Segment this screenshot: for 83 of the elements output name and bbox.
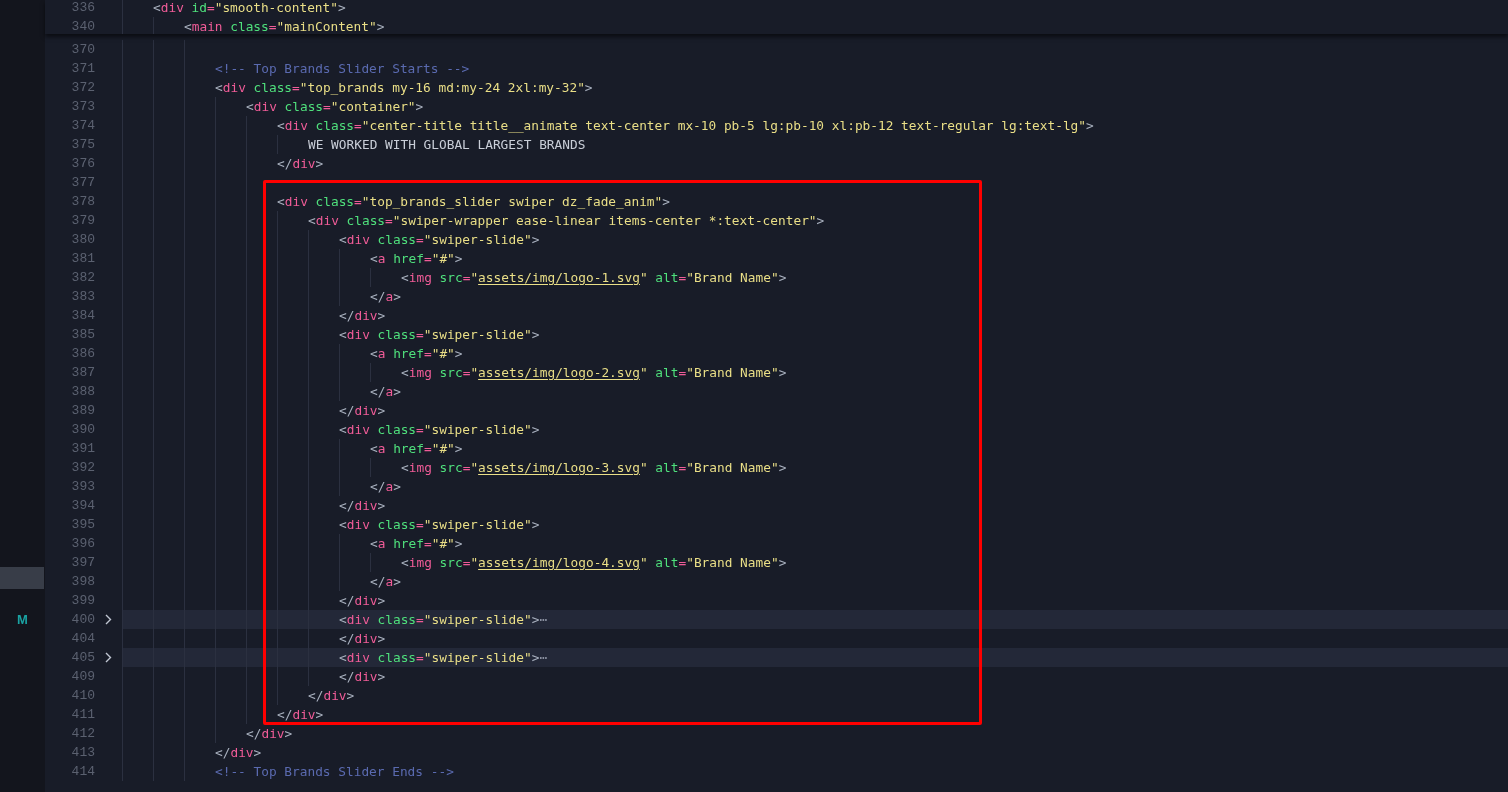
code-line: <div class="center-title title__animate text-center mx-10 pb-5 lg:pb-10 xl:pb-12 text-regular lg:text-lg"> [277,117,1094,135]
code-line: </div> [277,706,324,724]
line-number: 336 [71,0,95,17]
line-number: 392 [71,459,95,477]
code-line: <div class="swiper-slide"> [339,516,540,534]
line-number: 385 [71,326,95,344]
code-line: <div class="swiper-slide">⋯ [339,649,548,667]
line-number: 373 [71,98,95,116]
code-line: </div> [339,668,386,686]
line-number: 387 [71,364,95,382]
code-line: <div class="swiper-slide"> [339,231,540,249]
line-number: 370 [71,41,95,59]
line-number: 409 [71,668,95,686]
line-number: 397 [71,554,95,572]
code-line: <div id="smooth-content"> [153,0,346,17]
line-number: 371 [71,60,95,78]
line-number: 389 [71,402,95,420]
code-line: <img src="assets/img/logo-4.svg" alt="Brand Name"> [401,554,787,572]
line-number: 413 [71,744,95,762]
line-number: 390 [71,421,95,439]
line-number: 411 [71,706,95,724]
code-line: </div> [339,307,386,325]
code-line: </a> [370,478,401,496]
code-line: WE WORKED WITH GLOBAL LARGEST BRANDS [308,136,586,154]
line-number: 404 [71,630,95,648]
line-number: 384 [71,307,95,325]
line-number: 340 [71,18,95,34]
line-number: 375 [71,136,95,154]
code-line: </div> [339,630,386,648]
line-number: 379 [71,212,95,230]
code-line: <!-- Top Brands Slider Ends --> [215,763,454,781]
code-line: <div class="container"> [246,98,424,116]
code-line: </div> [339,497,386,515]
line-number: 378 [71,193,95,211]
code-line: </a> [370,573,401,591]
code-line: <a href="#"> [370,345,463,363]
git-status-letter: M [17,611,28,629]
line-number: 386 [71,345,95,363]
chevron-right-icon[interactable] [105,614,112,625]
line-number: 410 [71,687,95,705]
code-line: </div> [277,155,324,173]
code-line: </div> [308,687,355,705]
code-line: <a href="#"> [370,440,463,458]
code-line: <div class="swiper-slide"> [339,421,540,439]
line-number: 374 [71,117,95,135]
code-line: <div class="swiper-slide"> [339,326,540,344]
line-number: 372 [71,79,95,97]
line-number: 396 [71,535,95,553]
code-line: <div class="swiper-wrapper ease-linear items-center *:text-center"> [308,212,825,230]
code-line: </a> [370,383,401,401]
code-line: <main class="mainContent"> [184,18,385,34]
code-line: <div class="top_brands my-16 md:my-24 2xl:my-32"> [215,79,593,97]
line-number: 380 [71,231,95,249]
line-number: 382 [71,269,95,287]
line-number: 414 [71,763,95,781]
code-line: <a href="#"> [370,250,463,268]
line-number: 394 [71,497,95,515]
code-line: <img src="assets/img/logo-1.svg" alt="Brand Name"> [401,269,787,287]
code-line: <div class="swiper-slide">⋯ [339,611,548,629]
code-line: <img src="assets/img/logo-2.svg" alt="Brand Name"> [401,364,787,382]
code-line: <a href="#"> [370,535,463,553]
line-number: 391 [71,440,95,458]
chevron-right-icon[interactable] [105,652,112,663]
line-number: 398 [71,573,95,591]
line-number: 377 [71,174,95,192]
code-line: <img src="assets/img/logo-3.svg" alt="Brand Name"> [401,459,787,477]
code-line: <!-- Top Brands Slider Starts --> [215,60,470,78]
line-number: 381 [71,250,95,268]
line-number: 393 [71,478,95,496]
code-line: </a> [370,288,401,306]
line-number: 376 [71,155,95,173]
line-number: 388 [71,383,95,401]
code-line: <div class="top_brands_slider swiper dz_fade_anim"> [277,193,670,211]
code-line: </div> [215,744,262,762]
code-line: </div> [246,725,293,743]
line-number: 412 [71,725,95,743]
line-number: 399 [71,592,95,610]
line-number: 405 [71,649,95,667]
code-line: </div> [339,402,386,420]
line-number: 383 [71,288,95,306]
line-number: 400 [71,611,95,629]
code-line: </div> [339,592,386,610]
line-number: 395 [71,516,95,534]
